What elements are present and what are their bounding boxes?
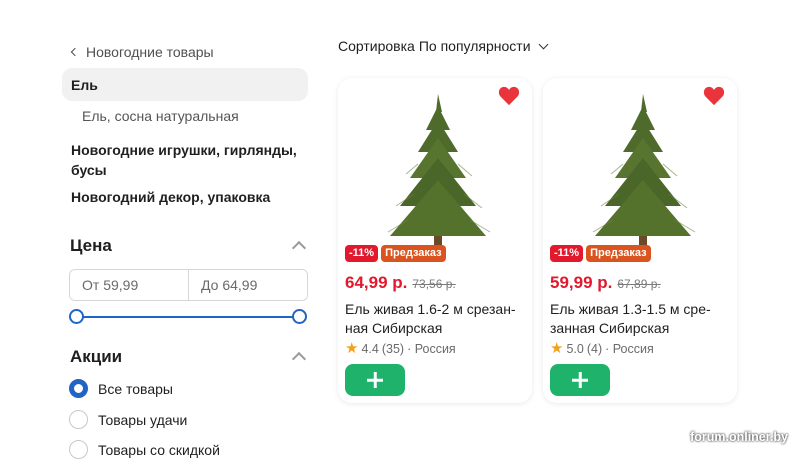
product-card[interactable]: -11% Предзаказ 64,99 р. 73,56 р. Ель жив… (338, 78, 532, 403)
slider-track (76, 316, 300, 318)
price-range-slider[interactable] (69, 309, 307, 325)
badges-row: -11% Предзаказ (345, 245, 446, 262)
price-filter-title: Цена (70, 236, 112, 255)
category-item-spruce[interactable]: Ель (62, 68, 308, 101)
category-sidebar: Новогодние товары Ель Ель, сосна натурал… (62, 38, 310, 459)
star-icon: ★ (345, 340, 359, 357)
origin-country: · Россия (407, 342, 456, 356)
promo-option-discount[interactable]: Товары со скидкой (69, 440, 220, 459)
category-item-decor[interactable]: Новогодний декор, упаковка (71, 187, 270, 207)
sort-value: По популярности (418, 38, 531, 54)
promo-option-lucky[interactable]: Товары удачи (69, 410, 187, 429)
category-item-natural-pine[interactable]: Ель, сосна натуральная (82, 106, 239, 126)
preorder-badge: Предзаказ (381, 245, 446, 262)
caret-up-icon[interactable] (291, 240, 307, 256)
product-title[interactable]: Ель живая 1.3-1.5 м сре-занная Сибирская (550, 300, 730, 338)
rating-value: 5.0 (566, 342, 584, 356)
chevron-left-icon (70, 47, 80, 57)
fir-tree-image[interactable] (378, 90, 498, 250)
old-price: 67,89 р. (617, 277, 661, 291)
back-to-parent-category-link[interactable]: Новогодние товары (62, 38, 310, 66)
current-price: 59,99 р. (550, 273, 613, 292)
product-title[interactable]: Ель живая 1.6-2 м срезан-ная Сибирская (345, 300, 525, 338)
old-price: 73,56 р. (412, 277, 456, 291)
promo-option-label: Товары со скидкой (98, 441, 220, 458)
rating-row: ★ 5.0 (4) · Россия (550, 340, 654, 357)
price-row: 59,99 р. 67,89 р. (550, 273, 661, 293)
discount-badge: -11% (345, 245, 379, 262)
heart-icon[interactable] (703, 86, 725, 106)
sort-dropdown[interactable]: Сортировка По популярности (338, 38, 548, 54)
add-to-cart-button[interactable] (345, 364, 405, 396)
sort-label: Сортировка (338, 38, 415, 54)
radio-button[interactable] (69, 379, 88, 398)
back-link-label: Новогодние товары (86, 44, 214, 60)
add-to-cart-button[interactable] (550, 364, 610, 396)
slider-max-handle[interactable] (292, 309, 307, 324)
promo-option-all[interactable]: Все товары (69, 379, 173, 398)
radio-button[interactable] (69, 440, 88, 459)
price-row: 64,99 р. 73,56 р. (345, 273, 456, 293)
rating-row: ★ 4.4 (35) · Россия (345, 340, 456, 357)
product-card[interactable]: -11% Предзаказ 59,99 р. 67,89 р. Ель жив… (543, 78, 737, 403)
category-item-toys[interactable]: Новогодние игрушки, гирлянды, бусы (71, 140, 307, 180)
price-range-inputs (69, 269, 308, 301)
review-count: (4) (586, 342, 603, 356)
radio-button[interactable] (69, 410, 88, 429)
caret-up-icon[interactable] (291, 351, 307, 367)
price-from-input[interactable] (70, 270, 188, 300)
promo-option-label: Все товары (98, 380, 173, 397)
watermark: forum.onliner.by (690, 430, 788, 444)
price-to-input[interactable] (189, 270, 307, 300)
chevron-down-icon (538, 39, 548, 49)
preorder-badge: Предзаказ (586, 245, 651, 262)
promo-option-label: Товары удачи (98, 411, 188, 428)
slider-min-handle[interactable] (69, 309, 84, 324)
star-icon: ★ (550, 340, 564, 357)
discount-badge: -11% (550, 245, 584, 262)
rating-value: 4.4 (361, 342, 379, 356)
promo-filter-title: Акции (70, 347, 123, 366)
review-count: (35) (381, 342, 405, 356)
badges-row: -11% Предзаказ (550, 245, 651, 262)
heart-icon[interactable] (498, 86, 520, 106)
origin-country: · Россия (605, 342, 654, 356)
fir-tree-image[interactable] (583, 90, 703, 250)
current-price: 64,99 р. (345, 273, 408, 292)
